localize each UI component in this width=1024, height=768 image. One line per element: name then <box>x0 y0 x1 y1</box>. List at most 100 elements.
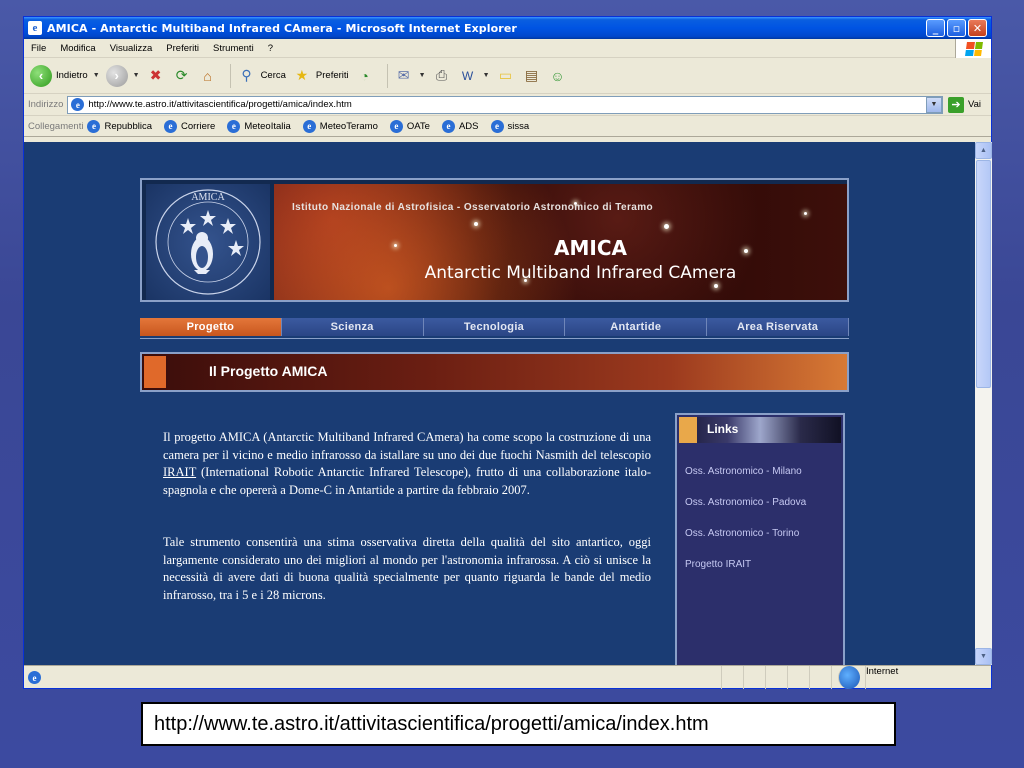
menu-strumenti[interactable]: Strumenti <box>206 43 261 54</box>
mail-icon: ✉ <box>397 67 410 83</box>
link-icon: e <box>164 119 177 133</box>
edit-button[interactable]: W ▼ <box>458 66 490 86</box>
scroll-down-icon[interactable]: ▼ <box>975 648 992 665</box>
link-label: ADS <box>458 120 479 132</box>
mail-dropdown-icon[interactable]: ▼ <box>419 72 426 79</box>
irait-link[interactable]: IRAIT <box>163 465 196 479</box>
zone-label: Internet <box>865 666 898 689</box>
link-icon: e <box>389 119 403 133</box>
status-page-icon: e <box>28 671 41 684</box>
link-label: OATe <box>406 120 430 132</box>
link-repubblica[interactable]: e Repubblica <box>87 119 152 133</box>
link-meteoteramo[interactable]: e MeteoTeramo <box>302 119 378 133</box>
links-title: Links <box>707 422 739 436</box>
menu-visualizza[interactable]: Visualizza <box>103 43 160 54</box>
section-marker <box>144 356 166 388</box>
maximize-button[interactable]: ▫ <box>947 19 966 37</box>
menu-file[interactable]: File <box>24 43 53 54</box>
link-progetto-irait[interactable]: Progetto IRAIT <box>685 559 751 570</box>
logo-text: AMICA <box>191 192 225 203</box>
link-sissa[interactable]: e sissa <box>490 119 530 133</box>
star-decoration <box>474 222 478 226</box>
home-icon[interactable]: ⌂ <box>198 66 218 86</box>
links-header: Links <box>679 417 841 443</box>
url-caption-box: http://www.te.astro.it/attivitascientifi… <box>141 702 896 746</box>
star-decoration <box>664 224 669 229</box>
discuss-icon[interactable]: ▭ <box>496 66 516 86</box>
minimize-button[interactable]: _ <box>926 19 945 37</box>
nav-tecnologia[interactable]: Tecnologia <box>423 318 566 336</box>
nav-antartide[interactable]: Antartide <box>565 318 708 336</box>
search-icon: ⚲ <box>241 67 252 83</box>
mail-button[interactable]: ✉ ▼ <box>394 66 426 86</box>
back-button[interactable]: ‹ Indietro ▼ <box>30 64 100 87</box>
status-bar: e Internet <box>24 665 991 689</box>
favorites-button[interactable]: ★ Preferiti <box>292 66 349 86</box>
back-dropdown-icon[interactable]: ▼ <box>93 72 100 79</box>
address-url: http://www.te.astro.it/attivitascientifi… <box>88 99 352 110</box>
refresh-icon[interactable]: ⟳ <box>172 66 192 86</box>
menu-preferiti[interactable]: Preferiti <box>159 43 206 54</box>
print-icon[interactable]: ⎙ <box>432 66 452 86</box>
search-button[interactable]: ⚲ Cerca <box>237 66 286 86</box>
back-arrow-icon: ‹ <box>30 64 52 87</box>
site-banner: AMICA Istituto Nazionale di Astrofisica … <box>140 178 849 302</box>
link-corriere[interactable]: e Corriere <box>164 119 216 133</box>
address-dropdown-icon[interactable]: ▼ <box>925 96 942 113</box>
go-button[interactable]: ➔ Vai <box>947 96 981 113</box>
menu-modifica[interactable]: Modifica <box>53 43 102 54</box>
link-oss-milano[interactable]: Oss. Astronomico - Milano <box>685 466 802 477</box>
link-oss-padova[interactable]: Oss. Astronomico - Padova <box>685 497 806 508</box>
vertical-scrollbar[interactable]: ▲ ▼ <box>975 142 992 665</box>
scroll-thumb[interactable] <box>976 160 991 388</box>
links-bar: Collegamenti e Repubblica e Corriere e Mete… <box>24 116 991 137</box>
link-label: Corriere <box>181 120 216 132</box>
messenger-icon[interactable]: ☺ <box>548 66 568 86</box>
scroll-up-icon[interactable]: ▲ <box>975 142 992 159</box>
status-cell <box>743 666 765 689</box>
forward-dropdown-icon[interactable]: ▼ <box>133 72 140 79</box>
stop-icon[interactable]: ✖ <box>146 66 166 86</box>
link-icon: e <box>302 119 316 133</box>
star-decoration <box>714 284 718 288</box>
word-icon: W <box>461 68 474 83</box>
section-title: Il Progetto AMICA <box>209 363 328 379</box>
section-header: Il Progetto AMICA <box>140 352 849 392</box>
ie-app-icon: e <box>28 21 42 35</box>
search-label: Cerca <box>260 70 286 81</box>
nav-scienza[interactable]: Scienza <box>281 318 424 336</box>
toolbar-separator <box>386 63 388 88</box>
paragraph-1: Il progetto AMICA (Antarctic Multiband I… <box>163 429 651 499</box>
edit-dropdown-icon[interactable]: ▼ <box>483 72 490 79</box>
link-label: sissa <box>507 120 530 132</box>
menu-help[interactable]: ? <box>261 43 280 54</box>
links-panel: Links Oss. Astronomico - Milano Oss. Ast… <box>675 413 845 665</box>
banner-title: AMICA <box>554 236 627 260</box>
nav-progetto[interactable]: Progetto <box>140 318 282 336</box>
site-nav: Progetto Scienza Tecnologia Antartide Ar… <box>140 318 849 336</box>
banner-subtitle: Antarctic Multiband Infrared CAmera <box>424 263 737 283</box>
address-input[interactable]: e http://www.te.astro.it/attivitascienti… <box>67 95 943 114</box>
close-button[interactable]: ✕ <box>968 19 987 37</box>
url-caption: http://www.te.astro.it/attivitascientifi… <box>154 712 709 735</box>
link-icon: e <box>87 119 101 133</box>
link-label: Repubblica <box>104 120 152 132</box>
link-meteoitalia[interactable]: e MeteoItalia <box>227 119 291 133</box>
link-oss-torino[interactable]: Oss. Astronomico - Torino <box>685 528 799 539</box>
address-bar: Indirizzo e http://www.te.astro.it/attiv… <box>24 94 991 116</box>
toolbar-separator <box>229 63 231 88</box>
paragraph-text: Il progetto AMICA (Antarctic Multiband I… <box>163 430 651 462</box>
link-label: MeteoTeramo <box>319 120 378 132</box>
nav-area-riservata[interactable]: Area Riservata <box>707 318 849 336</box>
go-arrow-icon: ➔ <box>947 96 964 113</box>
link-ads[interactable]: e ADS <box>441 119 479 133</box>
forward-button[interactable]: › ▼ <box>105 64 140 87</box>
penguin-logo-icon: AMICA <box>155 189 261 295</box>
title-bar: e AMICA - Antarctic Multiband Infrared C… <box>24 17 991 39</box>
history-icon[interactable]: ◔ <box>355 66 375 86</box>
link-icon: e <box>441 119 455 133</box>
link-oate[interactable]: e OATe <box>389 119 430 133</box>
link-label: MeteoItalia <box>244 120 291 132</box>
research-icon[interactable]: ▤ <box>522 66 542 86</box>
star-icon: ★ <box>295 67 309 83</box>
